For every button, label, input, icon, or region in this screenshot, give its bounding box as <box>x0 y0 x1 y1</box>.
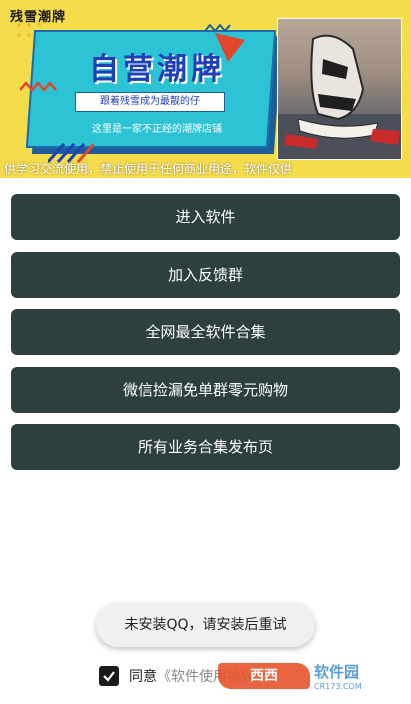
sneaker-image <box>278 34 401 159</box>
promo-banner[interactable]: 残雪潮牌 自营潮牌 跟着残雪成为最靓的仔 这里是一家不正经的潮牌店铺 供学习交流… <box>0 0 411 178</box>
zigzag-decoration <box>20 81 57 92</box>
site-watermark: 西西 软件园 CR173.COM <box>218 655 393 697</box>
main-menu: 进入软件 加入反馈群 全网最全软件合集 微信捡漏免单群零元购物 所有业务合集发布… <box>11 194 400 482</box>
toast-message: 未安装QQ，请安装后重试 <box>96 603 315 647</box>
business-release-page-button[interactable]: 所有业务合集发布页 <box>11 424 400 470</box>
agreement-prefix: 同意 <box>129 669 157 685</box>
watermark-title: 软件园 <box>314 663 360 681</box>
wechat-free-group-button[interactable]: 微信捡漏免单群零元购物 <box>11 366 400 413</box>
check-icon <box>103 671 115 682</box>
software-collection-button[interactable]: 全网最全软件合集 <box>11 309 400 355</box>
promo-subtitle: 跟着残雪成为最靓的仔 <box>75 92 225 112</box>
watermark-badge: 西西 <box>218 663 310 689</box>
promo-note: 这里是一家不正经的潮牌店铺 <box>92 124 222 135</box>
zigzag-decoration-top <box>205 23 231 33</box>
join-feedback-group-button[interactable]: 加入反馈群 <box>11 251 400 298</box>
agreement-checkbox[interactable] <box>99 666 119 686</box>
promo-title: 自营潮牌 <box>89 52 225 87</box>
marquee-disclaimer: 供学习交流使用，禁止使用于任何商业用途，软件仅供 <box>4 162 293 176</box>
enter-app-button[interactable]: 进入软件 <box>11 194 400 240</box>
sneaker-photo <box>277 18 402 160</box>
watermark-url: CR173.COM <box>314 682 362 691</box>
brand-logo: 残雪潮牌 <box>10 10 67 25</box>
